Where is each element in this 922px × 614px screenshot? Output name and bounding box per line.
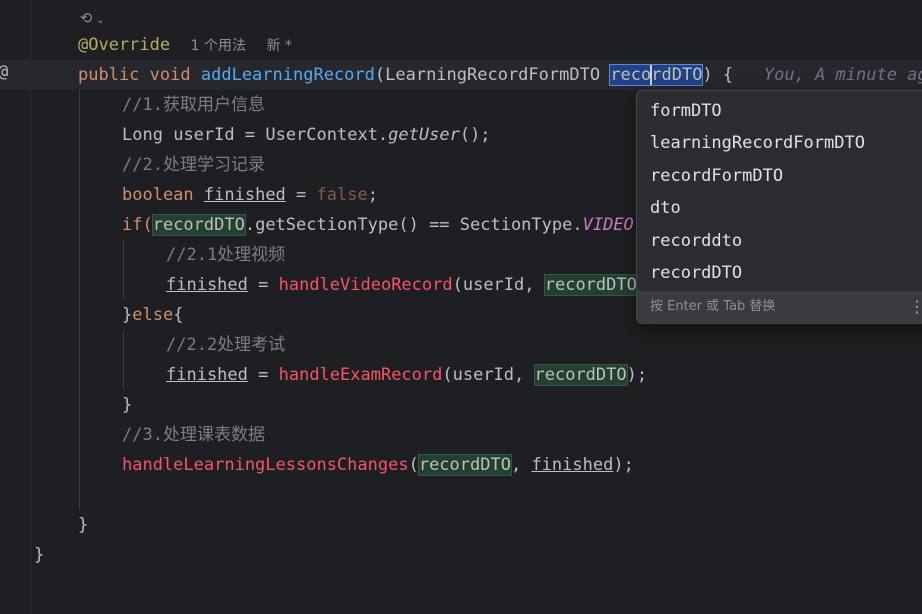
code-vision-row[interactable]: ⟲ ⌄	[78, 6, 105, 30]
usages-hint[interactable]: 1 个用法	[191, 38, 246, 54]
popup-footer: 按 Enter 或 Tab 替换 ⋮	[637, 291, 922, 323]
suggestion-item[interactable]: dto	[650, 192, 681, 224]
code-comment[interactable]: //2.处理学习记录	[0, 150, 265, 180]
code-line[interactable]: boolean finished = false;	[0, 180, 378, 210]
rename-suggestion-popup[interactable]: formDTO learningRecordFormDTO recordForm…	[636, 90, 922, 324]
code-line[interactable]: }	[0, 390, 132, 420]
code-line[interactable]: Long userId = UserContext.getUser();	[0, 120, 491, 150]
suggestion-item[interactable]: learningRecordFormDTO	[650, 127, 865, 159]
code-comment[interactable]: //2.1处理视频	[0, 240, 285, 270]
replace-hint: 按 Enter 或 Tab 替换	[650, 299, 776, 314]
annotation-override: @Override	[78, 35, 171, 55]
vcs-history-icon[interactable]: ⟲	[78, 6, 94, 30]
code-comment[interactable]: //1.获取用户信息	[0, 90, 265, 120]
code-line[interactable]: }	[0, 540, 44, 570]
code-line[interactable]: if(recordDTO.getSectionType() == Section…	[0, 210, 634, 240]
method-name: addLearningRecord	[200, 65, 375, 85]
code-comment[interactable]: //3.处理课表数据	[0, 420, 265, 450]
code-line[interactable]: }	[0, 510, 88, 540]
suggestion-item[interactable]: recordFormDTO	[650, 160, 783, 192]
suggestion-item[interactable]: recorddto	[650, 225, 742, 257]
suggestion-item[interactable]: formDTO	[650, 95, 722, 127]
new-hint[interactable]: 新 *	[266, 38, 291, 54]
git-blame-inlay: You, A minute ago	[763, 65, 922, 85]
code-line[interactable]: handleLearningLessonsChanges(recordDTO, …	[0, 450, 634, 480]
suggestion-item[interactable]: recordDTO	[650, 257, 742, 289]
code-line[interactable]: finished = handleVideoRecord(userId, rec…	[0, 270, 638, 300]
code-comment[interactable]: //2.2处理考试	[0, 330, 285, 360]
renamed-parameter[interactable]: recordDTO	[609, 64, 704, 86]
code-line[interactable]: finished = handleExamRecord(userId, reco…	[0, 360, 647, 390]
code-line-annotation[interactable]: @Override 1 个用法 新 *	[0, 30, 292, 60]
code-line[interactable]: }else{	[0, 300, 183, 330]
more-options-icon[interactable]: ⋮	[909, 291, 922, 323]
code-line-signature[interactable]: public void addLearningRecord(LearningRe…	[0, 60, 922, 90]
